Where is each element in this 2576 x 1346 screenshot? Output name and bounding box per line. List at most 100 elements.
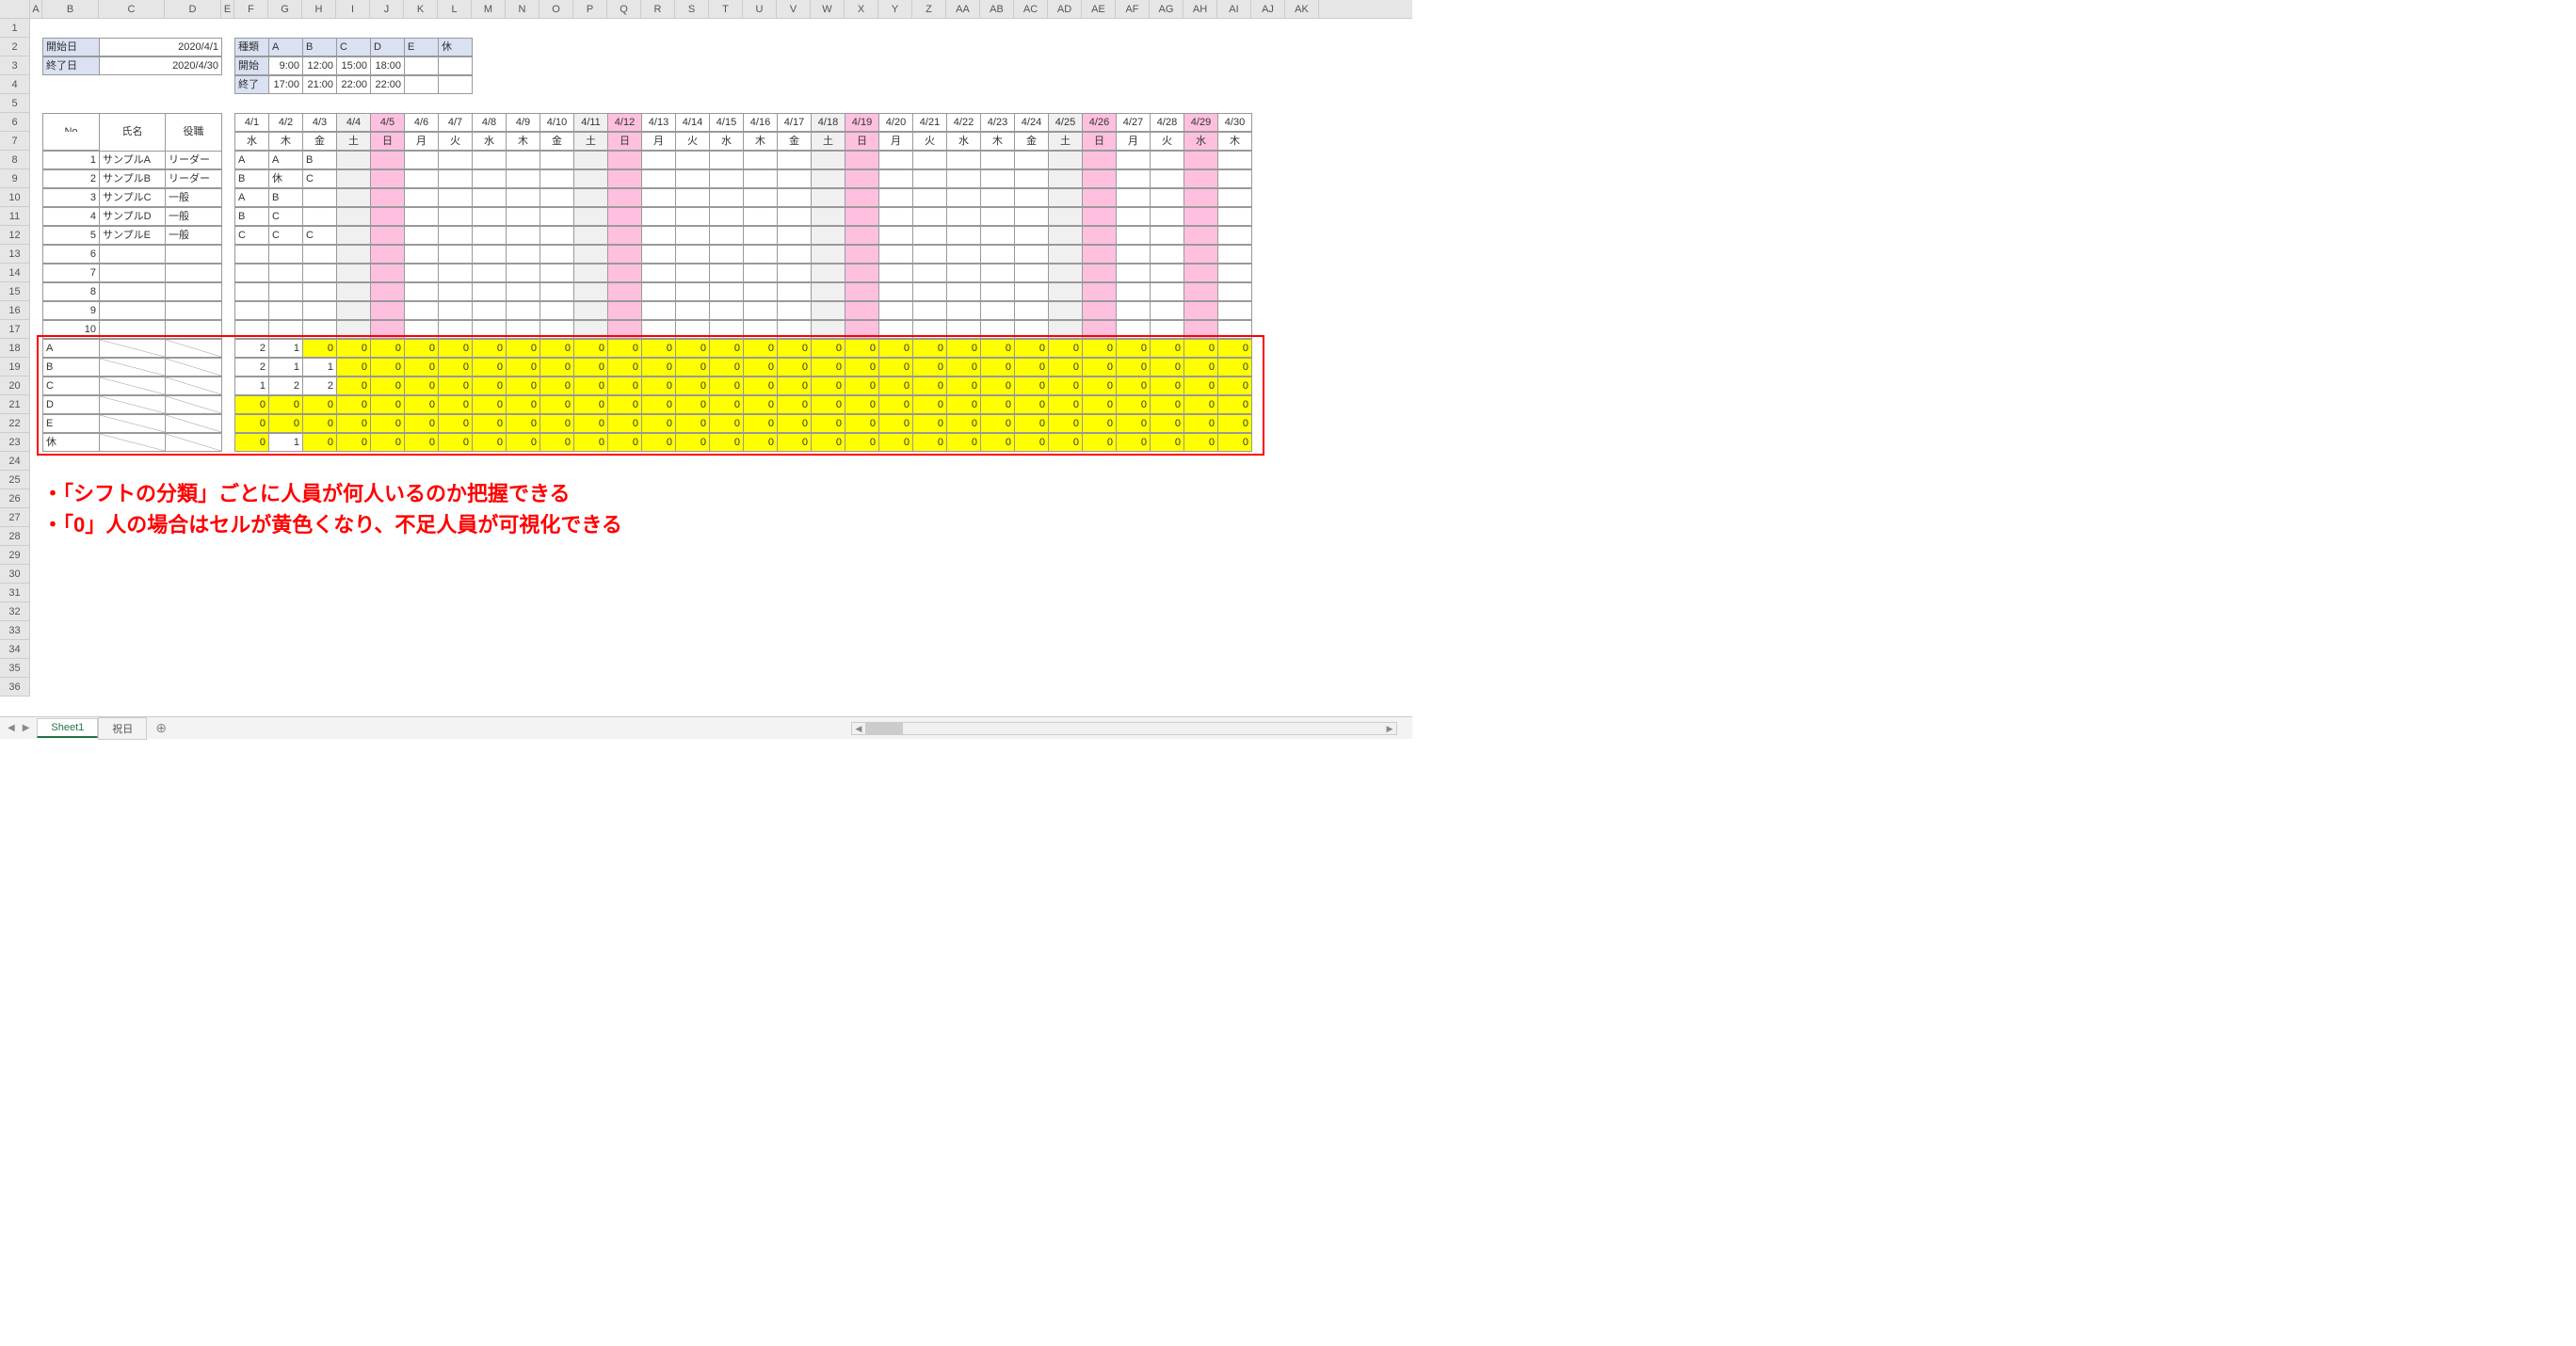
shift-cell-r4-c20[interactable] bbox=[912, 226, 947, 245]
shift-cell-r4-c4[interactable] bbox=[370, 226, 405, 245]
shift-cell-r1-c5[interactable] bbox=[404, 169, 439, 188]
shift-cell-r7-c3[interactable] bbox=[336, 282, 371, 301]
shift-cell-r7-c28[interactable] bbox=[1183, 282, 1218, 301]
shift-cell-r8-c14[interactable] bbox=[709, 301, 744, 320]
shift-cell-r3-c12[interactable] bbox=[641, 207, 676, 226]
shift-cell-r7-c11[interactable] bbox=[607, 282, 642, 301]
shift-cell-r2-c22[interactable] bbox=[980, 188, 1015, 207]
shift-cell-r6-c13[interactable] bbox=[675, 264, 710, 282]
shift-cell-r8-c16[interactable] bbox=[777, 301, 812, 320]
shift-cell-r6-c26[interactable] bbox=[1116, 264, 1151, 282]
shift-cell-r9-c9[interactable] bbox=[539, 320, 574, 339]
shift-cell-r1-c13[interactable] bbox=[675, 169, 710, 188]
start-time-4[interactable] bbox=[404, 56, 439, 75]
shift-cell-r5-c28[interactable] bbox=[1183, 245, 1218, 264]
shift-cell-r4-c18[interactable] bbox=[845, 226, 879, 245]
row-header-20[interactable]: 20 bbox=[0, 377, 30, 395]
shift-cell-r9-c29[interactable] bbox=[1217, 320, 1252, 339]
shift-cell-r8-c15[interactable] bbox=[743, 301, 778, 320]
shift-cell-r1-c4[interactable] bbox=[370, 169, 405, 188]
row-header-8[interactable]: 8 bbox=[0, 151, 30, 169]
shift-cell-r8-c28[interactable] bbox=[1183, 301, 1218, 320]
shift-cell-r2-c5[interactable] bbox=[404, 188, 439, 207]
start-time-3[interactable]: 18:00 bbox=[370, 56, 405, 75]
col-header-F[interactable]: F bbox=[234, 0, 268, 18]
shift-cell-r4-c17[interactable] bbox=[811, 226, 845, 245]
shift-cell-r4-c15[interactable] bbox=[743, 226, 778, 245]
shift-cell-r3-c14[interactable] bbox=[709, 207, 744, 226]
shift-cell-r5-c12[interactable] bbox=[641, 245, 676, 264]
col-header-B[interactable]: B bbox=[42, 0, 99, 18]
shift-cell-r2-c13[interactable] bbox=[675, 188, 710, 207]
row-header-17[interactable]: 17 bbox=[0, 320, 30, 339]
shift-cell-r3-c19[interactable] bbox=[878, 207, 913, 226]
row-header-23[interactable]: 23 bbox=[0, 433, 30, 452]
shift-cell-r7-c7[interactable] bbox=[472, 282, 507, 301]
shift-cell-r2-c14[interactable] bbox=[709, 188, 744, 207]
row-header-32[interactable]: 32 bbox=[0, 602, 30, 621]
shift-cell-r9-c14[interactable] bbox=[709, 320, 744, 339]
shift-cell-r3-c8[interactable] bbox=[506, 207, 540, 226]
staff-no-4[interactable]: 5 bbox=[42, 226, 100, 245]
shift-cell-r1-c2[interactable]: C bbox=[302, 169, 337, 188]
shift-cell-r5-c6[interactable] bbox=[438, 245, 473, 264]
row-header-28[interactable]: 28 bbox=[0, 527, 30, 546]
row-header-26[interactable]: 26 bbox=[0, 489, 30, 508]
shift-cell-r5-c9[interactable] bbox=[539, 245, 574, 264]
shift-cell-r3-c17[interactable] bbox=[811, 207, 845, 226]
shift-cell-r4-c11[interactable] bbox=[607, 226, 642, 245]
staff-role-7[interactable] bbox=[165, 282, 222, 301]
col-header-C[interactable]: C bbox=[99, 0, 165, 18]
shift-cell-r2-c19[interactable] bbox=[878, 188, 913, 207]
col-header-D[interactable]: D bbox=[165, 0, 221, 18]
shift-cell-r0-c27[interactable] bbox=[1150, 151, 1184, 169]
col-header-S[interactable]: S bbox=[675, 0, 709, 18]
shift-cell-r0-c0[interactable]: A bbox=[234, 151, 269, 169]
shift-cell-r8-c22[interactable] bbox=[980, 301, 1015, 320]
row-header-11[interactable]: 11 bbox=[0, 207, 30, 226]
shift-cell-r4-c14[interactable] bbox=[709, 226, 744, 245]
shift-cell-r7-c4[interactable] bbox=[370, 282, 405, 301]
row-header-7[interactable]: 7 bbox=[0, 132, 30, 151]
shift-cell-r0-c22[interactable] bbox=[980, 151, 1015, 169]
shift-cell-r4-c2[interactable]: C bbox=[302, 226, 337, 245]
shift-cell-r3-c21[interactable] bbox=[946, 207, 981, 226]
shift-cell-r1-c9[interactable] bbox=[539, 169, 574, 188]
shift-cell-r6-c24[interactable] bbox=[1048, 264, 1083, 282]
row-header-27[interactable]: 27 bbox=[0, 508, 30, 527]
shift-cell-r5-c13[interactable] bbox=[675, 245, 710, 264]
shift-cell-r2-c2[interactable] bbox=[302, 188, 337, 207]
shift-cell-r9-c10[interactable] bbox=[573, 320, 608, 339]
shift-cell-r6-c12[interactable] bbox=[641, 264, 676, 282]
col-header-R[interactable]: R bbox=[641, 0, 675, 18]
shift-cell-r1-c7[interactable] bbox=[472, 169, 507, 188]
shift-cell-r9-c13[interactable] bbox=[675, 320, 710, 339]
shift-cell-r5-c15[interactable] bbox=[743, 245, 778, 264]
shift-cell-r4-c19[interactable] bbox=[878, 226, 913, 245]
shift-cell-r1-c21[interactable] bbox=[946, 169, 981, 188]
end-time-0[interactable]: 17:00 bbox=[268, 75, 303, 94]
shift-cell-r6-c21[interactable] bbox=[946, 264, 981, 282]
shift-cell-r8-c7[interactable] bbox=[472, 301, 507, 320]
shift-cell-r9-c22[interactable] bbox=[980, 320, 1015, 339]
col-header-AD[interactable]: AD bbox=[1048, 0, 1082, 18]
shift-cell-r7-c22[interactable] bbox=[980, 282, 1015, 301]
shift-cell-r4-c7[interactable] bbox=[472, 226, 507, 245]
shift-cell-r1-c27[interactable] bbox=[1150, 169, 1184, 188]
shift-cell-r4-c21[interactable] bbox=[946, 226, 981, 245]
shift-cell-r5-c22[interactable] bbox=[980, 245, 1015, 264]
row-header-6[interactable]: 6 bbox=[0, 113, 30, 132]
row-header-29[interactable]: 29 bbox=[0, 546, 30, 565]
staff-name-9[interactable] bbox=[99, 320, 166, 339]
start-time-1[interactable]: 12:00 bbox=[302, 56, 337, 75]
shift-cell-r9-c2[interactable] bbox=[302, 320, 337, 339]
shift-cell-r5-c3[interactable] bbox=[336, 245, 371, 264]
shift-cell-r9-c3[interactable] bbox=[336, 320, 371, 339]
shift-cell-r1-c15[interactable] bbox=[743, 169, 778, 188]
row-header-24[interactable]: 24 bbox=[0, 452, 30, 471]
shift-cell-r6-c9[interactable] bbox=[539, 264, 574, 282]
shift-cell-r4-c3[interactable] bbox=[336, 226, 371, 245]
row-header-10[interactable]: 10 bbox=[0, 188, 30, 207]
staff-role-5[interactable] bbox=[165, 245, 222, 264]
row-header-5[interactable]: 5 bbox=[0, 94, 30, 113]
